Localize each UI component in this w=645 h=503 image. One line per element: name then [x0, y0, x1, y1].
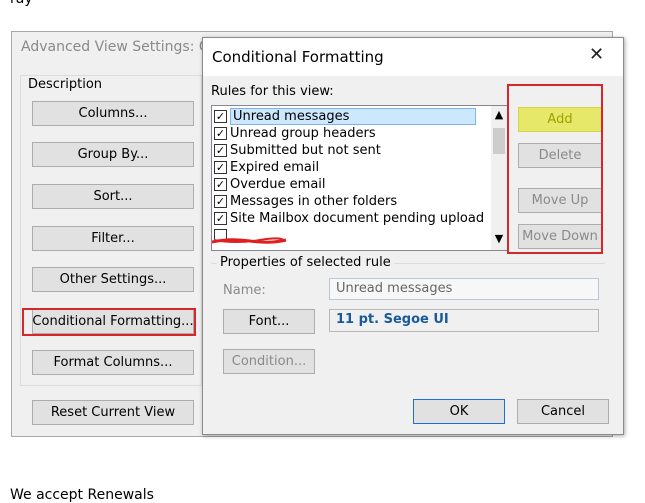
rule-name-field[interactable]: Unread messages: [329, 278, 599, 300]
close-icon[interactable]: ✕: [589, 44, 604, 65]
rule-label: Overdue email: [230, 177, 326, 192]
top-cropped-text: ray: [10, 0, 33, 7]
rules-label: Rules for this view:: [211, 84, 334, 99]
checkbox-checked-icon[interactable]: ✓: [214, 127, 227, 140]
checkbox-checked-icon[interactable]: ✓: [214, 212, 227, 225]
rule-item[interactable]: ✓ Submitted but not sent: [214, 142, 484, 159]
rule-item[interactable]: ✓ Overdue email: [214, 176, 484, 193]
font-value-display: 11 pt. Segoe UI: [329, 309, 599, 332]
dialog-title: Advanced View Settings: Co: [21, 39, 218, 55]
group-by-button[interactable]: Group By...: [32, 142, 194, 167]
chevron-down-icon[interactable]: ▼: [491, 232, 507, 246]
rule-label: Messages in other folders: [230, 194, 398, 209]
ok-button[interactable]: OK: [413, 399, 505, 424]
dialog-title: Conditional Formatting: [212, 48, 384, 66]
rules-list[interactable]: ✓ Unread messages ✓ Unread group headers…: [211, 105, 508, 251]
other-settings-button[interactable]: Other Settings...: [32, 267, 194, 292]
name-label: Name:: [223, 283, 266, 298]
rule-item[interactable]: ✓ Unread messages: [214, 108, 484, 125]
checkbox-checked-icon[interactable]: ✓: [214, 178, 227, 191]
chevron-up-icon[interactable]: ▲: [491, 108, 507, 122]
properties-label: Properties of selected rule: [217, 255, 394, 270]
columns-button[interactable]: Columns...: [32, 101, 194, 126]
rule-label: Submitted but not sent: [230, 143, 381, 158]
rule-item[interactable]: ✓ Expired email: [214, 159, 484, 176]
filter-button[interactable]: Filter...: [32, 226, 194, 251]
description-label: Description: [26, 77, 105, 92]
checkbox-checked-icon[interactable]: ✓: [214, 110, 227, 123]
sort-button[interactable]: Sort...: [32, 184, 194, 209]
rule-item[interactable]: ✓ Unread group headers: [214, 125, 484, 142]
condition-button[interactable]: Condition...: [223, 349, 315, 374]
rule-label: Unread messages: [230, 108, 476, 125]
reset-current-view-button[interactable]: Reset Current View: [32, 400, 194, 425]
scrollbar-thumb[interactable]: [493, 128, 505, 154]
red-scribble-redaction: [212, 237, 287, 244]
highlight-box-side-buttons: [507, 84, 603, 254]
font-button[interactable]: Font...: [223, 309, 315, 334]
rule-label: Site Mailbox document pending upload: [230, 211, 485, 226]
bottom-cropped-text: We accept Renewals: [10, 487, 154, 503]
rule-item[interactable]: ✓ Messages in other folders: [214, 193, 484, 210]
rule-label: Expired email: [230, 160, 320, 175]
checkbox-checked-icon[interactable]: ✓: [214, 161, 227, 174]
format-columns-button[interactable]: Format Columns...: [32, 350, 194, 375]
highlight-box-conditional-formatting: [22, 308, 196, 336]
cancel-button[interactable]: Cancel: [517, 399, 609, 424]
rule-item[interactable]: ✓ Site Mailbox document pending upload: [214, 210, 484, 227]
rule-label: Unread group headers: [230, 126, 376, 141]
title-bar: Conditional Formatting ✕: [203, 38, 623, 76]
checkbox-checked-icon[interactable]: ✓: [214, 144, 227, 157]
checkbox-checked-icon[interactable]: ✓: [214, 195, 227, 208]
conditional-formatting-dialog: Conditional Formatting ✕ Rules for this …: [202, 37, 624, 435]
